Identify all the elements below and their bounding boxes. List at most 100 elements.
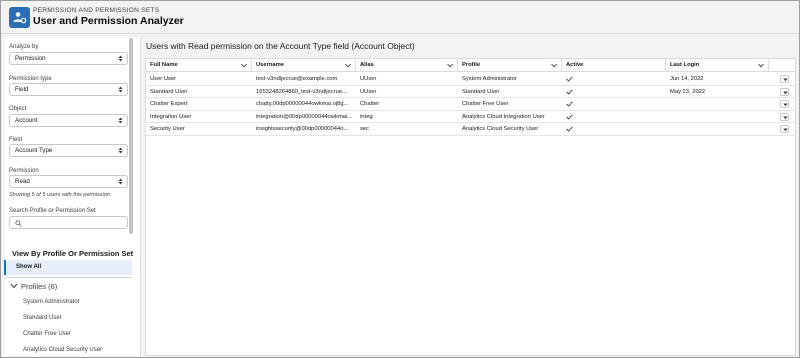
analyze-by-value: Permission <box>15 55 46 62</box>
page-title: User and Permission Analyzer <box>33 15 184 27</box>
last-login-cell <box>666 98 769 110</box>
row-actions-button[interactable] <box>780 100 789 109</box>
username-cell: 1653248264860_test-v3ndijecrue... <box>256 88 347 95</box>
username-cell: chatty.00dp00000044owkmai.oj8g... <box>256 101 349 108</box>
column-header-last-login[interactable]: Last Login <box>666 59 769 72</box>
last-login-cell <box>666 123 769 135</box>
checkmark-icon <box>566 89 573 95</box>
profiles-header-label: Profiles (6) <box>21 282 58 291</box>
page-eyebrow: PERMISSION AND PERMISSION SETS <box>33 7 160 14</box>
full-name-cell: Standard User <box>150 88 188 95</box>
analyze-by-select[interactable]: Permission <box>9 52 128 65</box>
active-cell <box>562 98 666 110</box>
object-value: Account <box>15 117 38 124</box>
alias-cell: sec <box>360 126 370 133</box>
app-icon <box>9 7 30 28</box>
profile-cell: Chatter Free User <box>462 101 509 108</box>
sidebar-scrollbar[interactable] <box>129 38 133 234</box>
profile-cell: Analytics Cloud Integration User <box>462 113 545 120</box>
chevron-down-icon <box>345 63 351 68</box>
last-login-cell <box>666 111 769 123</box>
profile-item[interactable]: Analytics Cloud Security User <box>23 347 102 353</box>
last-login-cell: May 23, 2022 <box>670 88 706 95</box>
column-header-profile[interactable]: Profile <box>458 59 562 72</box>
table-row[interactable]: Security User insightssecurity@00dp000000… <box>146 123 795 136</box>
permission-type-value: Field <box>15 86 29 93</box>
full-name-cell: Security User <box>150 126 185 133</box>
table-row[interactable]: User User test-v3ndijecrue@example.com UUs… <box>146 73 795 86</box>
chevron-down-icon <box>10 283 18 289</box>
showing-count-text: Showing 5 of 5 users with this permissio… <box>9 192 110 198</box>
select-arrows-icon <box>118 55 123 62</box>
permission-label: Permission <box>9 168 39 174</box>
full-name-cell: User User <box>150 76 177 82</box>
profile-item[interactable]: Chatter Free User <box>23 331 71 337</box>
chevron-down-icon <box>783 128 788 132</box>
checkmark-icon <box>566 101 573 107</box>
filter-sidebar: Analyze by Permission Permission type Fi… <box>4 38 141 356</box>
table-row[interactable]: Integration User integration@00dp00000044… <box>146 111 795 124</box>
alias-cell: Chatter <box>360 101 380 108</box>
select-arrows-icon <box>118 147 123 154</box>
search-input[interactable] <box>9 216 128 229</box>
username-cell: test-v3ndijecrue@example.com <box>256 76 338 82</box>
chevron-down-icon <box>241 63 247 68</box>
checkmark-icon <box>566 126 573 133</box>
permission-value: Read <box>15 178 30 185</box>
active-cell <box>562 73 666 85</box>
field-value: Account Type <box>15 147 53 154</box>
permission-type-select[interactable]: Field <box>9 83 128 96</box>
row-actions-button[interactable] <box>780 125 789 134</box>
column-label: Username <box>256 62 285 68</box>
column-label: Last Login <box>670 62 700 68</box>
chevron-down-icon <box>783 78 788 82</box>
column-header-alias[interactable]: Alias <box>356 59 458 72</box>
checkmark-icon <box>566 76 573 82</box>
permission-select[interactable]: Read <box>9 175 128 188</box>
results-title: Users with Read permission on the Accoun… <box>146 41 415 51</box>
chevron-down-icon <box>551 63 557 68</box>
active-cell <box>562 86 666 98</box>
object-label: Object <box>9 106 27 112</box>
column-header-username[interactable]: Username <box>252 59 356 72</box>
chevron-down-icon <box>758 63 764 68</box>
app-frame: PERMISSION AND PERMISSION SETS User and … <box>0 0 800 358</box>
alias-cell: UUser <box>360 88 377 95</box>
search-icon <box>15 220 22 227</box>
analyze-by-label: Analyze by <box>9 44 39 50</box>
permission-type-label: Permission type <box>9 76 52 82</box>
alias-cell: UUser <box>360 76 377 82</box>
profiles-section-toggle[interactable]: Profiles (6) <box>10 282 57 291</box>
profile-cell: Analytics Cloud Security User <box>462 126 539 133</box>
active-cell <box>562 111 666 123</box>
users-table: Full Name Username Alias Profile Active … <box>145 58 796 356</box>
profile-cell: System Administrator <box>462 76 517 82</box>
field-select[interactable]: Account Type <box>9 144 128 157</box>
last-login-cell: Jun 14, 2022 <box>670 76 704 82</box>
object-select[interactable]: Account <box>9 114 128 127</box>
row-actions-button[interactable] <box>780 75 789 83</box>
column-label: Active <box>566 62 584 68</box>
chevron-down-icon <box>783 116 788 119</box>
profile-item[interactable]: System Administrator <box>23 299 80 305</box>
view-by-title: View By Profile Or Permission Set <box>12 249 134 258</box>
column-header-actions <box>769 59 795 72</box>
column-header-full-name[interactable]: Full Name <box>146 59 252 72</box>
column-label: Full Name <box>150 62 178 68</box>
table-row[interactable]: Chatter Expert chatty.00dp00000044owkmai.… <box>146 98 795 111</box>
column-label: Profile <box>462 62 481 68</box>
column-label: Alias <box>360 62 374 68</box>
profile-item[interactable]: Standard User <box>23 315 62 321</box>
row-actions-button[interactable] <box>780 87 789 96</box>
results-panel: Users with Read permission on the Accoun… <box>145 38 796 356</box>
show-all-item[interactable]: Show All <box>4 260 132 275</box>
column-header-active[interactable]: Active <box>562 59 666 72</box>
search-label: Search Profile or Permission Set <box>9 208 96 214</box>
table-row[interactable]: Standard User 1653248264860_test-v3ndijec… <box>146 86 795 99</box>
profile-cell: Standard User <box>462 88 500 95</box>
select-arrows-icon <box>118 86 123 93</box>
active-cell <box>562 123 666 135</box>
user-gear-icon <box>13 12 27 24</box>
row-actions-button[interactable] <box>780 112 789 121</box>
full-name-cell: Chatter Expert <box>150 101 188 108</box>
